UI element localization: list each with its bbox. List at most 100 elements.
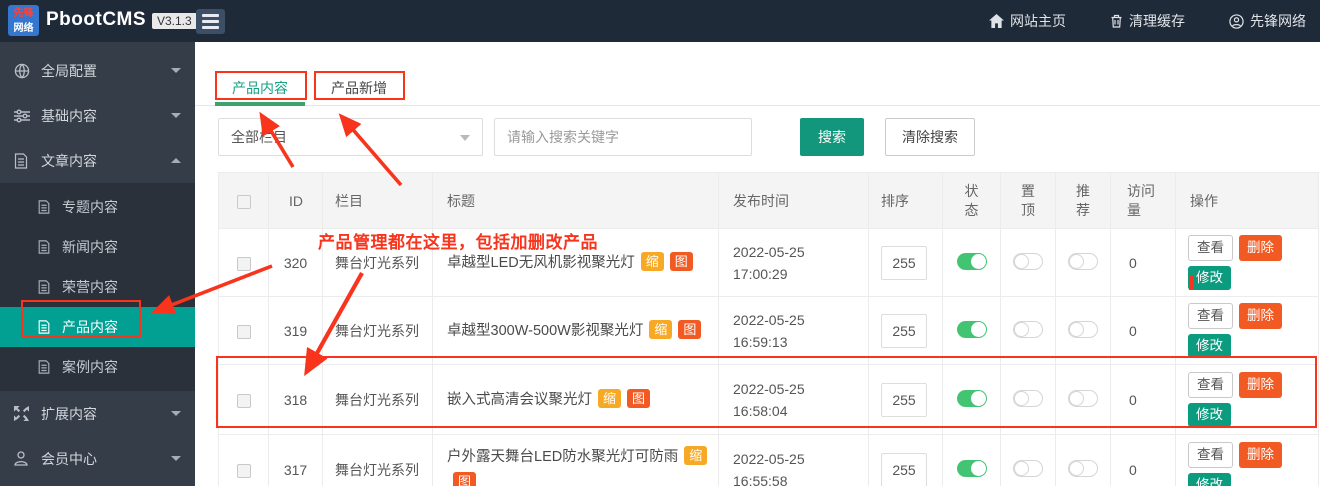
document-icon: [14, 152, 31, 169]
search-input[interactable]: [494, 118, 752, 156]
nav-label: 清理缓存: [1129, 13, 1185, 29]
chevron-down-icon: [171, 68, 181, 73]
sort-input[interactable]: [881, 382, 927, 417]
member-icon: [14, 451, 31, 466]
title-text[interactable]: 户外露天舞台LED防水聚光灯可防雨: [447, 449, 678, 465]
sidebar-item-label: 产品内容: [62, 319, 118, 335]
sidebar-item-member-center[interactable]: 会员中心: [0, 436, 195, 481]
sidebar-item-news-content[interactable]: 新闻内容: [0, 227, 195, 267]
sort-input[interactable]: [881, 452, 927, 486]
title-text[interactable]: 嵌入式高清会议聚光灯: [447, 392, 592, 408]
sidebar-item-label: 扩展内容: [41, 405, 97, 422]
status-toggle[interactable]: [956, 252, 987, 270]
brand-logo: 先锋 网络: [8, 5, 39, 36]
sidebar-item-product-content[interactable]: 产品内容: [0, 307, 195, 347]
sidebar-toggle-button[interactable]: [196, 9, 225, 34]
cell-id: 319: [268, 296, 323, 365]
sidebar-item-label: 专题内容: [62, 199, 118, 215]
status-toggle[interactable]: [956, 389, 987, 407]
cell-date: 2022-05-25 16:59:13: [718, 296, 869, 365]
chevron-down-icon: [171, 113, 181, 118]
cell-visits: 0: [1110, 228, 1176, 297]
category-select[interactable]: 全部栏目: [218, 118, 483, 156]
sidebar-item-label: 基础内容: [41, 107, 97, 124]
sidebar-item-case-content[interactable]: 案例内容: [0, 347, 195, 387]
sidebar-item-basic-content[interactable]: 基础内容: [0, 93, 195, 138]
status-toggle[interactable]: [956, 459, 987, 477]
table-row: 319 舞台灯光系列 卓越型300W-500W影视聚光灯缩图 2022-05-2…: [218, 296, 1319, 365]
col-header-id: ID: [268, 172, 323, 229]
recommend-toggle[interactable]: [1068, 320, 1098, 338]
home-icon: [989, 14, 1004, 28]
chevron-down-icon: [460, 135, 470, 141]
sidebar-item-article-content[interactable]: 文章内容: [0, 138, 195, 183]
user-icon: [1229, 13, 1244, 29]
tab-product-add[interactable]: 产品新增: [314, 72, 404, 106]
row-checkbox[interactable]: [236, 463, 251, 478]
sort-input[interactable]: [881, 245, 927, 280]
top-toggle[interactable]: [1013, 459, 1043, 477]
brand-name: PbootCMS: [46, 9, 147, 30]
cell-visits: 0: [1110, 296, 1176, 365]
sidebar-item-label: 新闻内容: [62, 239, 118, 255]
delete-button[interactable]: 删除: [1239, 372, 1282, 398]
top-toggle[interactable]: [1013, 389, 1043, 407]
sidebar-item-honor-content[interactable]: 荣营内容: [0, 267, 195, 307]
edit-button[interactable]: 修改: [1188, 266, 1231, 290]
recommend-toggle[interactable]: [1068, 389, 1098, 407]
sidebar-item-extend-content[interactable]: 扩展内容: [0, 391, 195, 436]
version-badge: V3.1.3: [152, 13, 197, 29]
nav-account[interactable]: 先锋网络: [1229, 11, 1306, 31]
image-badge[interactable]: 图: [627, 388, 651, 408]
edit-button[interactable]: 修改: [1188, 473, 1231, 486]
nav-clear-cache[interactable]: 清理缓存: [1110, 11, 1185, 31]
nav-label: 先锋网络: [1250, 13, 1306, 29]
thumb-badge[interactable]: 缩: [640, 251, 664, 271]
sidebar-item-topic-content[interactable]: 专题内容: [0, 187, 195, 227]
sort-input[interactable]: [881, 313, 927, 348]
cell-id: 320: [268, 228, 323, 297]
thumb-badge[interactable]: 缩: [598, 388, 622, 408]
delete-button[interactable]: 删除: [1239, 303, 1282, 329]
thumb-badge[interactable]: 缩: [649, 319, 673, 339]
sidebar-item-global-config[interactable]: 全局配置: [0, 48, 195, 93]
top-toggle[interactable]: [1013, 320, 1043, 338]
search-button[interactable]: 搜索: [800, 118, 864, 156]
nav-site-home[interactable]: 网站主页: [989, 11, 1066, 31]
title-text[interactable]: 卓越型300W-500W影视聚光灯: [447, 323, 643, 339]
edit-button[interactable]: 修改: [1188, 334, 1231, 358]
view-button[interactable]: 查看: [1188, 372, 1233, 398]
document-icon: [38, 280, 53, 294]
image-badge[interactable]: 图: [453, 471, 477, 486]
delete-button[interactable]: 删除: [1239, 442, 1282, 468]
cell-category: 舞台灯光系列: [322, 296, 433, 365]
recommend-toggle[interactable]: [1068, 459, 1098, 477]
image-badge[interactable]: 图: [678, 319, 702, 339]
edit-button[interactable]: 修改: [1188, 403, 1231, 427]
sidebar: 全局配置 基础内容 文章内容 专题内容 新闻内容 荣营内容 产品内容 案例内容 …: [0, 42, 195, 486]
title-text[interactable]: 卓越型LED无风机影视聚光灯: [447, 255, 635, 271]
col-header-date: 发布时间: [718, 172, 869, 229]
clear-search-button[interactable]: 清除搜索: [885, 118, 975, 156]
row-checkbox[interactable]: [236, 324, 251, 339]
recommend-toggle[interactable]: [1068, 252, 1098, 270]
document-icon: [38, 360, 53, 374]
select-all-checkbox[interactable]: [236, 194, 251, 209]
view-button[interactable]: 查看: [1188, 235, 1233, 261]
top-toggle[interactable]: [1013, 252, 1043, 270]
view-button[interactable]: 查看: [1188, 442, 1233, 468]
content-table: ID 栏目 标题 发布时间 排序 状态 置顶 推荐 访问量 操作 320 舞台灯…: [218, 172, 1319, 486]
tab-product-content[interactable]: 产品内容: [215, 72, 305, 106]
status-toggle[interactable]: [956, 320, 987, 338]
delete-button[interactable]: 删除: [1239, 235, 1282, 261]
cell-date: 2022-05-25 16:55:58: [718, 434, 869, 486]
col-header-title: 标题: [432, 172, 719, 229]
row-checkbox[interactable]: [236, 393, 251, 408]
chevron-up-icon: [171, 158, 181, 163]
chevron-down-icon: [171, 456, 181, 461]
cell-category: 舞台灯光系列: [322, 228, 433, 297]
image-badge[interactable]: 图: [669, 251, 693, 271]
thumb-badge[interactable]: 缩: [684, 445, 708, 465]
row-checkbox[interactable]: [236, 256, 251, 271]
view-button[interactable]: 查看: [1188, 303, 1233, 329]
